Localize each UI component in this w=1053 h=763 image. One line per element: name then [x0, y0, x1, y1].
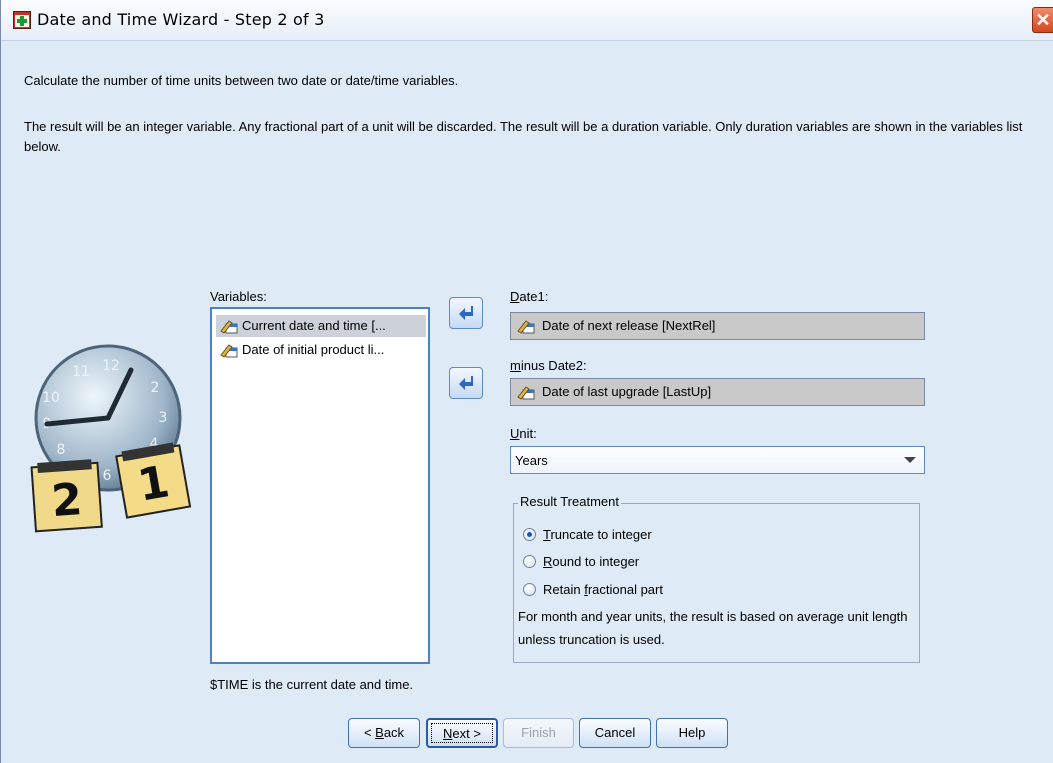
clock-number: 2: [151, 380, 160, 396]
date2-label: minus Date2:: [510, 358, 587, 373]
date-variable-icon: [517, 320, 535, 334]
time-footnote: $TIME is the current date and time.: [210, 677, 414, 692]
clock-number: 3: [159, 410, 168, 426]
clock-number: 11: [72, 364, 90, 380]
clock-number: 8: [57, 442, 66, 458]
list-item[interactable]: Current date and time [...: [216, 315, 426, 337]
date-variable-icon: [517, 386, 535, 400]
radio-selected-icon: [523, 528, 536, 541]
back-button[interactable]: < Back: [348, 718, 420, 748]
next-button[interactable]: Next >: [426, 718, 498, 748]
date2-field[interactable]: Date of last upgrade [LastUp]: [510, 378, 925, 406]
wizard-window: Date and Time Wizard - Step 2 of 3 ✕ Cal…: [0, 0, 1053, 763]
variables-label: Variables:: [210, 289, 267, 304]
variables-listbox[interactable]: Current date and time [... Date of initi…: [210, 307, 430, 664]
radio-label: Round to integer: [543, 554, 640, 569]
window-title: Date and Time Wizard - Step 2 of 3: [37, 10, 325, 29]
finish-button[interactable]: Finish: [503, 718, 574, 748]
chevron-down-icon: [904, 457, 916, 463]
result-treatment-note: For month and year units, the result is …: [518, 609, 908, 647]
unit-label: Unit:: [510, 426, 537, 441]
radio-label: Truncate to integer: [543, 527, 652, 542]
radio-truncate[interactable]: Truncate to integer: [523, 527, 652, 543]
unit-dropdown[interactable]: Years: [510, 446, 925, 474]
date1-field[interactable]: Date of next release [NextRel]: [510, 312, 925, 340]
radio-unselected-icon: [523, 555, 536, 568]
clock-calendar-illustration: 12 11 10 9 8 7 6 5 4 3 2 2 1: [30, 344, 192, 533]
list-item[interactable]: Date of initial product li...: [216, 339, 384, 361]
date1-label: Date1:: [510, 289, 549, 304]
radio-retain[interactable]: Retain fractional part: [523, 582, 663, 598]
list-item-label: Date of initial product li...: [242, 342, 385, 357]
date1-value: Date of next release [NextRel]: [542, 318, 716, 333]
arrow-left-icon: [459, 376, 473, 390]
description-line-2: The result will be an integer variable. …: [24, 119, 1023, 154]
radio-label: Retain fractional part: [543, 582, 663, 597]
date-variable-icon: [220, 344, 238, 358]
close-button[interactable]: ✕: [1032, 7, 1053, 33]
title-bar[interactable]: Date and Time Wizard - Step 2 of 3 ✕: [1, 0, 1053, 41]
description-line-1: Calculate the number of time units betwe…: [24, 73, 459, 88]
list-item-label: Current date and time [...: [242, 318, 386, 333]
date-variable-icon: [220, 320, 238, 334]
result-treatment-title: Result Treatment: [518, 494, 621, 509]
move-to-date2-button[interactable]: [449, 367, 483, 399]
unit-selected-value: Years: [515, 453, 548, 468]
date2-value: Date of last upgrade [LastUp]: [542, 384, 712, 399]
app-icon: [13, 11, 31, 29]
arrow-left-icon: [459, 306, 473, 320]
clock-number: 6: [103, 468, 112, 484]
move-to-date1-button[interactable]: [449, 297, 483, 329]
calendar-digit: 2: [50, 474, 84, 527]
clock-number: 10: [42, 390, 60, 406]
radio-unselected-icon: [523, 583, 536, 596]
radio-round[interactable]: Round to integer: [523, 554, 639, 570]
close-icon: ✕: [1035, 10, 1051, 30]
clock-number: 12: [102, 358, 120, 374]
help-button[interactable]: Help: [656, 718, 728, 748]
cancel-button[interactable]: Cancel: [579, 718, 651, 748]
